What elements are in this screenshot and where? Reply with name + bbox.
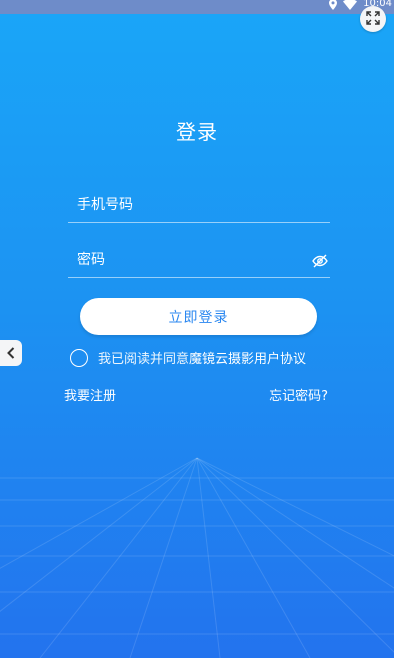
password-field-wrapper	[68, 245, 330, 278]
login-button[interactable]: 立即登录	[80, 298, 317, 335]
expand-icon	[366, 10, 380, 29]
back-tab[interactable]	[0, 340, 22, 366]
agreement-text: 我已阅读并同意	[98, 352, 190, 367]
phone-input[interactable]	[68, 190, 307, 220]
eye-off-icon[interactable]	[312, 253, 328, 272]
wifi-icon	[343, 0, 358, 10]
perspective-grid-decoration	[0, 457, 394, 658]
agreement-link[interactable]: 魔镜云摄影用户协议	[189, 348, 306, 367]
password-input[interactable]	[68, 245, 307, 275]
register-link[interactable]: 我要注册	[64, 385, 116, 404]
page-title: 登录	[176, 120, 218, 144]
status-bar: 10:04	[0, 0, 394, 14]
chevron-left-icon	[7, 344, 15, 363]
location-icon	[329, 0, 338, 10]
expand-button[interactable]	[360, 6, 386, 32]
phone-field-wrapper	[68, 190, 330, 223]
agreement-row: 我已阅读并同意 魔镜云摄影用户协议	[70, 348, 306, 367]
agreement-checkbox[interactable]	[70, 348, 88, 367]
forgot-password-link[interactable]: 忘记密码?	[269, 385, 328, 404]
